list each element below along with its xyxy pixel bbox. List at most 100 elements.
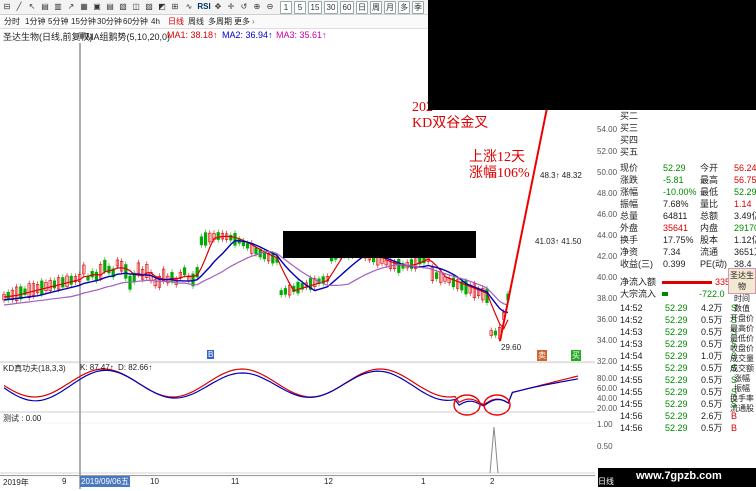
tab-5min[interactable]: 5分钟 — [48, 16, 68, 27]
quote-row: 振幅 7.68% 量比 1.14 — [617, 198, 756, 210]
tab-1min[interactable]: 1分钟 — [25, 16, 45, 27]
quote-value: 7.68% — [663, 199, 689, 209]
draw-icon[interactable]: ⊟ — [2, 1, 12, 12]
grid-icon[interactable]: ▦ — [79, 1, 89, 12]
side-item[interactable]: 时间 — [728, 294, 756, 304]
side-tabs: 圣达生物 时间 数值 开盘价 最高价 最低价 收盘价 成交量 成交额 涨幅 振幅 换手率 流通股 — [728, 268, 756, 414]
side-item[interactable]: 流通股 — [728, 404, 756, 414]
kd-tick: 20.00 — [597, 404, 618, 413]
zoom-icon[interactable]: ⊞ — [170, 1, 180, 12]
tab-daily[interactable]: 日线 — [168, 16, 184, 27]
zoom-out-icon[interactable]: ⊖ — [265, 1, 275, 12]
quote-row: 总量 64811 总额 3.49亿 — [617, 210, 756, 222]
tick-time: 14:52 — [620, 315, 643, 325]
side-item[interactable]: 振幅 — [728, 384, 756, 394]
period-week[interactable]: 周 — [370, 1, 382, 14]
tab-weekly[interactable]: 周线 — [188, 16, 204, 27]
quote-value2: 1.12亿 — [734, 235, 756, 245]
period-5[interactable]: 5 — [294, 1, 306, 14]
side-item[interactable]: 数值 — [728, 304, 756, 314]
date-axis: 2019年 9 2019/09/06五 10 11 12 1 2 — [0, 475, 595, 488]
tick-time: 14:55 — [620, 363, 643, 373]
period-15[interactable]: 15 — [308, 1, 322, 14]
net-in-label: 净流入额 — [620, 277, 657, 287]
refresh-icon[interactable]: ↺ — [239, 1, 249, 12]
line-icon[interactable]: ╱ — [14, 1, 24, 12]
cursor-icon[interactable]: ↖ — [27, 1, 37, 12]
layout-icon[interactable]: ▨ — [144, 1, 154, 12]
tick-price: 52.29 — [665, 363, 688, 373]
side-item[interactable]: 成交额 — [728, 364, 756, 374]
toolbar: ⊟ ╱ ↖ ▤ ▥ ↗ ▦ ▣ ▤ ▧ ◫ ▨ ◩ ⊞ ∿ RSI ✥ ✛ ↺ … — [0, 0, 430, 15]
period-month[interactable]: 月 — [384, 1, 396, 14]
period-quarter[interactable]: 季 — [412, 1, 424, 14]
quote-value: 52.29 — [663, 163, 686, 173]
side-stock-tab[interactable]: 圣达生物 — [728, 268, 756, 294]
side-item[interactable]: 收盘价 — [728, 344, 756, 354]
period-multi[interactable]: 多 — [398, 1, 410, 14]
tick-price: 52.29 — [665, 423, 688, 433]
quote-label2: 总额 — [700, 211, 719, 221]
quote-label2: 流通 — [700, 247, 719, 257]
kline-icon[interactable]: ▥ — [53, 1, 63, 12]
bar-icon[interactable]: ▤ — [40, 1, 50, 12]
tick-price: 52.29 — [665, 315, 688, 325]
quote-value2: 56.24 — [734, 163, 756, 173]
panel-icon[interactable]: ▧ — [118, 1, 128, 12]
tab-30min[interactable]: 30分钟 — [97, 16, 122, 27]
table-icon[interactable]: ▤ — [105, 1, 115, 12]
tick-volume: 0.5万 — [701, 399, 723, 409]
sell-marker: 卖 — [537, 350, 547, 361]
tick-volume: 2.6万 — [701, 411, 723, 421]
trend-icon[interactable]: ↗ — [66, 1, 76, 12]
rsi-button[interactable]: RSI — [197, 1, 211, 12]
tab-60min[interactable]: 60分钟 — [123, 16, 148, 27]
price-tick: 40.00 — [597, 273, 618, 282]
quote-label: 涨跌 — [620, 175, 639, 185]
kd-tick: 40.00 — [597, 394, 618, 403]
tick-time: 14:55 — [620, 375, 643, 385]
quote-row: 净资 7.34 流通 3651万 — [617, 246, 756, 258]
price-tick: 42.00 — [597, 252, 618, 261]
side-item[interactable]: 开盘价 — [728, 314, 756, 324]
daily-tab[interactable]: 日线 — [598, 476, 614, 487]
quote-label: 外盘 — [620, 223, 639, 233]
wave-icon[interactable]: ∿ — [183, 1, 195, 12]
annotation-line2: KD双谷金叉 — [412, 116, 489, 131]
chart-icon[interactable]: ▣ — [92, 1, 102, 12]
quote-value2: 3651万 — [734, 247, 756, 257]
date-tick: 2 — [490, 477, 495, 486]
tab-multi[interactable]: 多周期 — [208, 16, 232, 27]
period-60[interactable]: 60 — [340, 1, 354, 14]
buy5-label: 买五 — [620, 147, 639, 157]
date-tick: 12 — [324, 477, 333, 486]
side-item[interactable]: 换手率 — [728, 394, 756, 404]
annotation-line4: 涨幅106% — [469, 166, 530, 181]
window-icon[interactable]: ◫ — [131, 1, 141, 12]
price-tick: 38.00 — [597, 294, 618, 303]
period-30[interactable]: 30 — [324, 1, 338, 14]
tick-time: 14:56 — [620, 411, 643, 421]
tab-more[interactable]: 更多 — [234, 16, 250, 27]
period-day[interactable]: 日 — [356, 1, 368, 14]
tick-time: 14:54 — [620, 351, 643, 361]
period-1[interactable]: 1 — [280, 1, 292, 14]
redaction-top-right — [428, 0, 756, 110]
side-item[interactable]: 最低价 — [728, 334, 756, 344]
side-item[interactable]: 最高价 — [728, 324, 756, 334]
tick-price: 52.29 — [665, 411, 688, 421]
tick-price: 52.29 — [665, 399, 688, 409]
tab-fenshi[interactable]: 分时 — [4, 16, 20, 27]
tab-15min[interactable]: 15分钟 — [71, 16, 96, 27]
side-item[interactable]: 成交量 — [728, 354, 756, 364]
zoom-in-icon[interactable]: ⊕ — [252, 1, 262, 12]
move-icon[interactable]: ✛ — [226, 1, 236, 12]
crosshair-icon[interactable]: ✥ — [213, 1, 223, 12]
quote-value2: 3.49亿 — [734, 211, 756, 221]
split-icon[interactable]: ◩ — [157, 1, 167, 12]
tab-4h[interactable]: 4h — [151, 16, 160, 27]
quote-label2: 最低 — [700, 187, 719, 197]
tick-volume: 4.2万 — [701, 303, 723, 313]
chevron-right-icon[interactable]: › — [252, 16, 255, 27]
side-item[interactable]: 涨幅 — [728, 374, 756, 384]
